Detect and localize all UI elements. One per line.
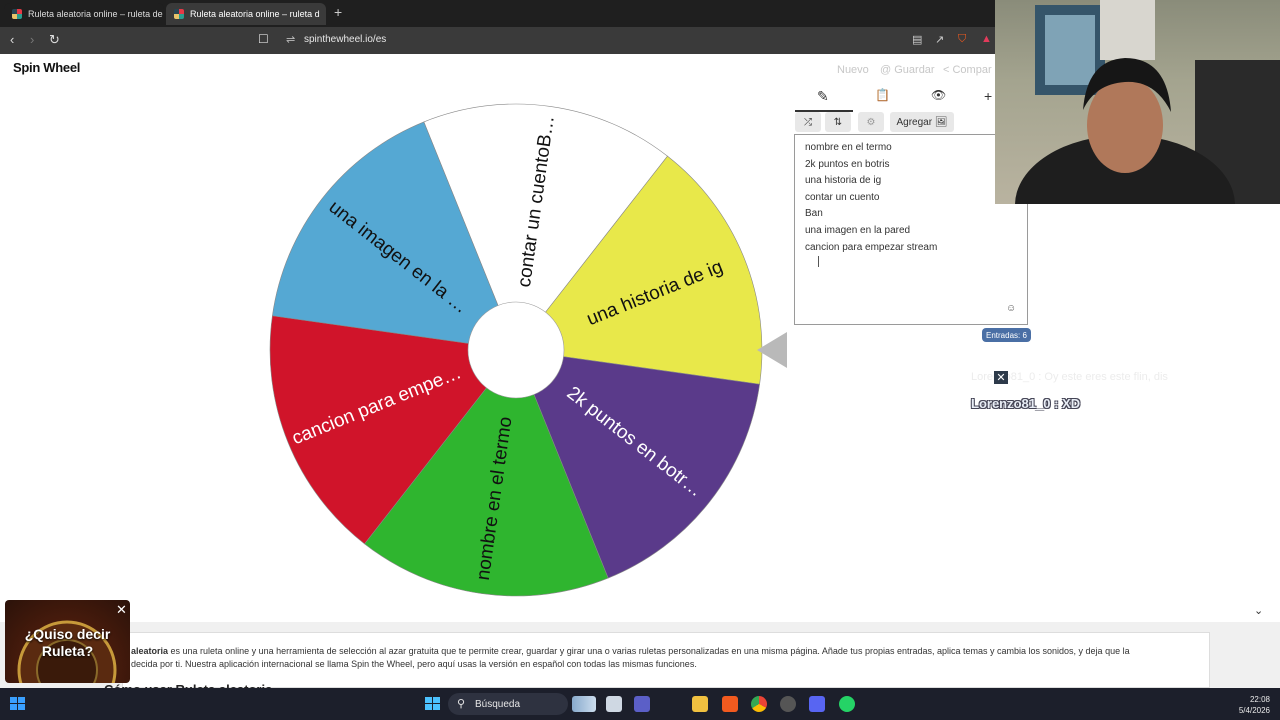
clipboard-tab-icon[interactable]: 📋 xyxy=(875,88,890,102)
wheel-pointer xyxy=(757,332,787,368)
settings-button[interactable]: ⚙ xyxy=(858,112,884,132)
share-label: Compar xyxy=(952,64,992,76)
search-icon: ⚲ xyxy=(457,698,466,710)
webcam-overlay xyxy=(995,0,1280,204)
emoji-icon[interactable]: ☺ xyxy=(1006,303,1016,314)
back-icon[interactable]: ‹ xyxy=(10,32,14,47)
entry-line[interactable]: cancion para empezar stream xyxy=(805,242,937,253)
entries-textarea[interactable]: nombre en el termo 2k puntos en botris una… xyxy=(794,134,1028,325)
description-text: aleatoria es una ruleta online y una her… xyxy=(131,645,1171,671)
clock-date: 5/4/2026 xyxy=(1238,706,1270,715)
save-button[interactable]: @ Guardar xyxy=(880,64,935,76)
browser-tab-active[interactable]: Ruleta aleatoria online – ruleta d ✕ xyxy=(166,3,326,25)
entry-line[interactable]: una imagen en la pared xyxy=(805,225,910,236)
save-label: Guardar xyxy=(894,64,935,76)
chat-message: Lorenzo81_0 : XD xyxy=(971,396,1081,411)
tab-title: Ruleta aleatoria online – ruleta de la s xyxy=(28,9,164,19)
site-info-icon[interactable]: ⇌ xyxy=(286,33,295,46)
description-bold: aleatoria xyxy=(131,646,169,656)
webcam-person-image xyxy=(1015,0,1280,204)
editor-tabs: ✎ 📋 👁 + xyxy=(795,88,995,112)
entry-line[interactable]: contar un cuento xyxy=(805,192,880,203)
widget-icon[interactable] xyxy=(572,696,596,712)
shuffle-button[interactable]: ⤮ xyxy=(795,112,821,132)
rewards-icon[interactable]: ▲ xyxy=(981,33,992,45)
share-button[interactable]: < Compar xyxy=(943,64,992,76)
browser-tab[interactable]: Ruleta aleatoria online – ruleta de la s xyxy=(4,3,164,25)
text-cursor xyxy=(818,256,819,267)
system-clock: 22:08 5/4/2026 xyxy=(1232,694,1270,716)
whatsapp-icon[interactable] xyxy=(839,696,855,712)
teams-icon[interactable] xyxy=(634,696,650,712)
entry-line[interactable]: Ban xyxy=(805,208,823,219)
url-text[interactable]: spinthewheel.io/es xyxy=(304,34,386,45)
add-tab-icon[interactable]: + xyxy=(984,88,992,104)
file-explorer-icon[interactable] xyxy=(692,696,708,712)
close-icon[interactable]: ✕ xyxy=(994,371,1008,384)
entries-count-badge: Entradas: 6 xyxy=(982,328,1031,342)
discord-icon[interactable] xyxy=(809,696,825,712)
entry-line[interactable]: una historia de ig xyxy=(805,175,881,186)
edit-tab-icon[interactable]: ✎ xyxy=(817,88,829,105)
wheel-center[interactable] xyxy=(467,301,565,399)
hide-tab-icon[interactable]: 👁 xyxy=(931,88,946,102)
search-label: Búsqueda xyxy=(475,699,521,710)
entry-line[interactable]: 2k puntos en botris xyxy=(805,159,890,170)
close-ad-icon[interactable]: ✕ xyxy=(116,602,127,618)
start-menu-icon[interactable] xyxy=(425,696,441,712)
clock-time: 22:08 xyxy=(1249,695,1270,704)
forward-icon[interactable]: › xyxy=(30,32,34,47)
site-logo[interactable]: Spin Wheel xyxy=(13,60,80,75)
spin-wheel[interactable]: contar un cuentoB…una historia de ig2k p… xyxy=(266,98,766,598)
brave-shield-icon[interactable]: ⛉ xyxy=(958,33,966,46)
tab-title: Ruleta aleatoria online – ruleta d xyxy=(190,9,320,19)
sort-button[interactable]: ⇅ xyxy=(825,112,851,132)
brave-icon[interactable] xyxy=(722,696,738,712)
new-button[interactable]: Nuevo xyxy=(837,64,869,76)
bookmark-icon[interactable]: ☐ xyxy=(258,32,269,46)
ad-text[interactable]: ¿Quiso decir Ruleta? xyxy=(5,626,130,660)
chevron-down-icon[interactable]: ⌄ xyxy=(1254,604,1263,617)
site-favicon-icon xyxy=(12,9,22,19)
share-icon[interactable]: ↗ xyxy=(935,33,944,46)
chrome-icon[interactable] xyxy=(751,696,767,712)
description-line1: es una ruleta online y una herramienta d… xyxy=(168,646,1130,656)
description-line2: decida por ti. Nuestra aplicación intern… xyxy=(131,659,697,669)
site-favicon-icon xyxy=(174,9,184,19)
reload-icon[interactable]: ↻ xyxy=(49,32,60,48)
windows-start-icon[interactable] xyxy=(10,697,26,711)
new-tab-button[interactable]: + xyxy=(334,4,342,20)
entry-line[interactable]: nombre en el termo xyxy=(805,142,892,153)
add-image-button[interactable]: Agregar 🖼 xyxy=(890,112,954,132)
reader-icon[interactable]: ▤ xyxy=(912,33,922,46)
task-view-icon[interactable] xyxy=(606,696,622,712)
settings-app-icon[interactable] xyxy=(780,696,796,712)
